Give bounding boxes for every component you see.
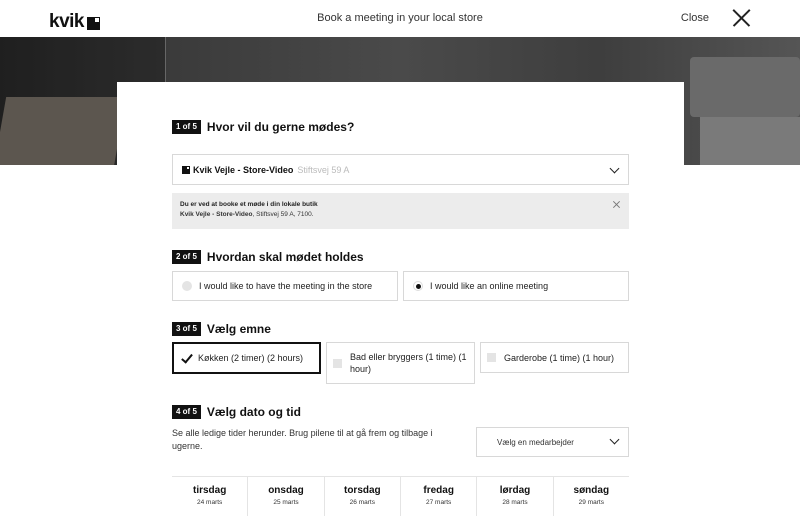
step-badge: 4 of 5 bbox=[172, 405, 201, 419]
store-name: Kvik Vejle - Store-Video bbox=[193, 164, 294, 175]
topic-kitchen-option[interactable]: Køkken (2 timer) (2 hours) bbox=[172, 342, 321, 374]
close-icon[interactable] bbox=[731, 8, 751, 28]
store-address: Stiftsvej 59 A bbox=[297, 164, 350, 175]
day-name: fredag bbox=[423, 485, 454, 496]
day-date: 27 marts bbox=[426, 499, 452, 506]
radio-unselected-icon bbox=[182, 281, 192, 291]
option-label: Køkken (2 timer) (2 hours) bbox=[198, 353, 304, 363]
info-text: Du er ved at booke et møde i din lokale … bbox=[180, 201, 318, 208]
info-store-line: Kvik Vejle - Store-Video, Stiftsvej 59 A… bbox=[180, 211, 621, 218]
step-2-header: 2 of 5 Hvordan skal mødet holdes bbox=[172, 250, 364, 264]
day-selector: tirsdag 24 marts onsdag 25 marts torsdag… bbox=[172, 476, 629, 516]
info-store-address: , Stiftsvej 59 A, 7100. bbox=[252, 211, 314, 218]
day-name: torsdag bbox=[343, 485, 381, 496]
day-date: 24 marts bbox=[197, 499, 223, 506]
topic-wardrobe-option[interactable]: Garderobe (1 time) (1 hour) bbox=[480, 342, 629, 373]
option-label: I would like to have the meeting in the … bbox=[199, 281, 373, 291]
step-badge: 3 of 5 bbox=[172, 322, 201, 336]
day-date: 29 marts bbox=[578, 499, 604, 506]
store-icon bbox=[182, 165, 190, 174]
step-3-header: 3 of 5 Vælg emne bbox=[172, 322, 271, 336]
day-column[interactable]: fredag 27 marts bbox=[401, 477, 478, 516]
day-column[interactable]: onsdag 25 marts bbox=[248, 477, 325, 516]
checkbox-icon bbox=[487, 353, 496, 362]
step-title: Vælg emne bbox=[206, 322, 271, 336]
day-column[interactable]: tirsdag 24 marts bbox=[172, 477, 249, 516]
option-label: Garderobe (1 time) (1 hour) bbox=[504, 352, 615, 363]
day-column[interactable]: søndag 29 marts bbox=[554, 477, 629, 516]
day-date: 28 marts bbox=[502, 499, 528, 506]
close-label: Close bbox=[680, 12, 709, 24]
employee-select-label: Vælg en medarbejder bbox=[497, 437, 574, 447]
day-date: 26 marts bbox=[349, 499, 375, 506]
step-badge: 2 of 5 bbox=[172, 250, 201, 264]
top-bar: kvik Book a meeting in your local store … bbox=[0, 0, 800, 37]
day-column[interactable]: torsdag 26 marts bbox=[325, 477, 401, 516]
step-4-header: 4 of 5 Vælg dato og tid bbox=[172, 405, 301, 419]
day-date: 25 marts bbox=[273, 499, 299, 506]
checkmark-icon bbox=[181, 352, 191, 364]
employee-select[interactable]: Vælg en medarbejder bbox=[476, 427, 629, 457]
info-store-name: Kvik Vejle - Store-Video bbox=[180, 211, 253, 218]
online-meeting-option[interactable]: I would like an online meeting bbox=[403, 271, 629, 301]
day-name: søndag bbox=[573, 485, 610, 496]
store-select[interactable]: Kvik Vejle - Store-Video Stiftsvej 59 A bbox=[172, 154, 629, 185]
step-title: Hvor vil du gerne mødes? bbox=[206, 120, 355, 134]
booking-form: 1 of 5 Hvor vil du gerne mødes? Kvik Vej… bbox=[117, 82, 684, 521]
radio-selected-icon bbox=[413, 281, 423, 291]
option-label: Bad eller bryggers (1 time) (1 hour) bbox=[350, 352, 467, 374]
step-title: Hvordan skal mødet holdes bbox=[206, 250, 364, 264]
step-1-header: 1 of 5 Hvor vil du gerne mødes? bbox=[172, 120, 354, 134]
chevron-down-icon bbox=[609, 163, 620, 174]
store-info-box: Du er ved at booke et møde i din lokale … bbox=[172, 193, 629, 229]
step-description: Se alle ledige tider herunder. Brug pile… bbox=[172, 428, 433, 451]
checkbox-icon bbox=[333, 358, 342, 368]
chevron-down-icon bbox=[609, 434, 620, 445]
step-title: Vælg dato og tid bbox=[206, 405, 301, 419]
day-name: lørdag bbox=[499, 485, 531, 496]
topic-bath-option[interactable]: Bad eller bryggers (1 time) (1 hour) bbox=[326, 342, 475, 384]
meeting-in-store-option[interactable]: I would like to have the meeting in the … bbox=[172, 271, 398, 301]
option-label: I would like an online meeting bbox=[430, 281, 549, 291]
day-column[interactable]: lørdag 28 marts bbox=[477, 477, 554, 516]
step-badge: 1 of 5 bbox=[172, 120, 201, 134]
day-name: onsdag bbox=[268, 485, 304, 496]
day-name: tirsdag bbox=[192, 485, 227, 496]
close-icon[interactable] bbox=[612, 200, 621, 209]
close-button[interactable]: Close bbox=[681, 8, 751, 28]
